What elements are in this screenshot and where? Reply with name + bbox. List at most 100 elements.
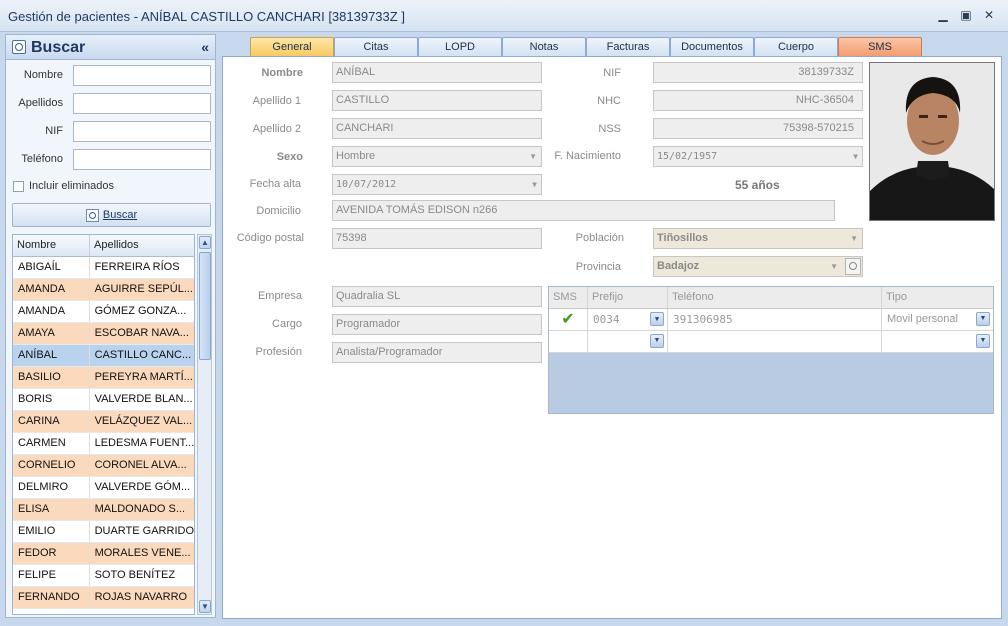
minimize-icon[interactable]: ▁ xyxy=(934,7,952,23)
nombre-search-input[interactable] xyxy=(73,65,211,86)
chevron-down-icon[interactable]: ▼ xyxy=(976,334,990,348)
grid-scrollbar[interactable]: ▲ ▼ xyxy=(197,234,212,615)
apellidos-cell: MALDONADO S... xyxy=(94,503,186,515)
nif-field[interactable]: 38139733Z xyxy=(653,62,863,83)
table-row[interactable]: ANÍBAL CASTILLO CANC... xyxy=(13,345,194,367)
column-header-tipo[interactable]: Tipo xyxy=(882,287,993,308)
sexo-select[interactable]: Hombre ▼ xyxy=(332,146,542,167)
general-panel: Nombre ANÍBAL Apellido 1 CASTILLO Apelli… xyxy=(222,56,1002,619)
empresa-label: Empresa xyxy=(257,290,302,302)
prefijo-cell[interactable]: ▼ xyxy=(588,331,668,352)
telefono-cell[interactable]: 391306985 xyxy=(668,309,882,330)
table-row[interactable]: CARINA VELÁZQUEZ VAL... xyxy=(13,411,194,433)
dropdown-arrow-icon: ▼ xyxy=(830,262,838,271)
poblacion-select[interactable]: Tiñosillos ▼ xyxy=(653,228,863,249)
column-header-apellidos[interactable]: Apellidos xyxy=(90,235,139,256)
fecha-nacimiento-field[interactable]: 15/02/1957 ▼ xyxy=(653,146,863,167)
chevron-down-icon[interactable]: ▼ xyxy=(650,312,664,326)
patient-photo xyxy=(869,62,995,221)
table-row[interactable]: FELIPE SOTO BENÍTEZ xyxy=(13,565,194,587)
scroll-up-icon[interactable]: ▲ xyxy=(199,236,211,249)
codigo-postal-field[interactable]: 75398 xyxy=(332,228,542,249)
lookup-icon[interactable] xyxy=(845,258,861,275)
scroll-down-icon[interactable]: ▼ xyxy=(199,600,211,613)
apellidos-cell: MORALES VENE... xyxy=(94,547,191,559)
table-row[interactable]: CORNELIO CORONEL ALVA... xyxy=(13,455,194,477)
phones-header: SMS Prefijo Teléfono Tipo xyxy=(549,287,993,309)
tab-documentos[interactable]: Documentos xyxy=(670,37,754,57)
tab-citas[interactable]: Citas xyxy=(334,37,418,57)
tipo-cell[interactable]: ▼ xyxy=(882,331,993,352)
table-row[interactable]: CARMEN LEDESMA FUENT... xyxy=(13,433,194,455)
table-row[interactable]: DELMIRO VALVERDE GÓM... xyxy=(13,477,194,499)
telefono-search-input[interactable] xyxy=(73,149,211,170)
profesion-label: Profesión xyxy=(255,346,302,358)
sms-checkmark-icon[interactable]: ✔ xyxy=(549,309,588,330)
tab-lopd[interactable]: LOPD xyxy=(418,37,502,57)
apellido2-field[interactable]: CANCHARI xyxy=(332,118,542,139)
search-button[interactable]: Buscar xyxy=(12,203,211,227)
apellidos-cell: VELÁZQUEZ VAL... xyxy=(94,415,193,427)
column-header-nombre[interactable]: Nombre xyxy=(13,235,90,256)
provincia-select[interactable]: Badajoz ▼ xyxy=(653,256,863,277)
column-header-telefono[interactable]: Teléfono xyxy=(668,287,882,308)
nombre-cell: DELMIRO xyxy=(13,477,90,498)
include-deleted-checkbox[interactable] xyxy=(13,181,24,192)
phone-row[interactable]: ✔ 0034 ▼ 391306985 Movil personal ▼ xyxy=(549,309,993,331)
table-row[interactable]: BASILIO PEREYRA MARTÍ... xyxy=(13,367,194,389)
apellidos-cell: LEDESMA FUENT... xyxy=(94,437,194,449)
fecha-alta-value: 10/07/2012 xyxy=(336,179,397,190)
nss-label: NSS xyxy=(598,123,621,135)
phone-row-new[interactable]: ▼ ▼ xyxy=(549,331,993,353)
tab-notas[interactable]: Notas xyxy=(502,37,586,57)
table-row[interactable]: AMANDA GÓMEZ GONZA... xyxy=(13,301,194,323)
column-header-prefijo[interactable]: Prefijo xyxy=(588,287,668,308)
nif-search-input[interactable] xyxy=(73,121,211,142)
tab-cuerpo[interactable]: Cuerpo xyxy=(754,37,838,57)
table-row[interactable]: EMILIO DUARTE GARRIDO xyxy=(13,521,194,543)
tab-general[interactable]: General xyxy=(250,37,334,57)
chevron-down-icon[interactable]: ▼ xyxy=(976,312,990,326)
nhc-field[interactable]: NHC-36504 xyxy=(653,90,863,111)
cargo-field[interactable]: Programador xyxy=(332,314,542,335)
tipo-cell[interactable]: Movil personal ▼ xyxy=(882,309,993,330)
chevron-down-icon[interactable]: ▼ xyxy=(650,334,664,348)
dropdown-arrow-icon: ▼ xyxy=(853,152,858,161)
apellidos-cell: ESCOBAR NAVA... xyxy=(94,327,189,339)
tab-facturas[interactable]: Facturas xyxy=(586,37,670,57)
profesion-field[interactable]: Analista/Programador xyxy=(332,342,542,363)
nombre-cell: FELIPE xyxy=(13,565,90,586)
search-panel: Buscar « Nombre Apellidos NIF Teléfono I… xyxy=(5,34,216,618)
domicilio-field[interactable]: AVENIDA TOMÁS EDISON n266 xyxy=(332,200,835,221)
telefono-cell[interactable] xyxy=(668,331,882,352)
sms-cell[interactable] xyxy=(549,331,588,352)
collapse-icon[interactable]: « xyxy=(201,39,209,55)
prefijo-value: 0034 xyxy=(593,313,620,326)
nif-label: NIF xyxy=(45,125,63,137)
table-row[interactable]: BORIS VALVERDE BLAN... xyxy=(13,389,194,411)
apellidos-search-input[interactable] xyxy=(73,93,211,114)
prefijo-cell[interactable]: 0034 ▼ xyxy=(588,309,668,330)
sexo-label: Sexo xyxy=(276,151,303,163)
table-row[interactable]: ABIGAÍL FERREIRA RÍOS xyxy=(13,257,194,279)
fecha-nacimiento-value: 15/02/1957 xyxy=(657,151,718,162)
close-icon[interactable]: ✕ xyxy=(980,7,998,23)
empresa-field[interactable]: Quadralia SL xyxy=(332,286,542,307)
apellido1-field[interactable]: CASTILLO xyxy=(332,90,542,111)
nombre-field[interactable]: ANÍBAL xyxy=(332,62,542,83)
poblacion-value: Tiñosillos xyxy=(657,232,709,244)
scrollbar-thumb[interactable] xyxy=(199,252,211,360)
nombre-cell: FERNANDO xyxy=(13,587,90,608)
fecha-alta-field[interactable]: 10/07/2012 ▼ xyxy=(332,174,542,195)
maximize-icon[interactable]: ▣ xyxy=(957,7,975,23)
tab-sms[interactable]: SMS xyxy=(838,37,922,57)
table-row[interactable]: AMANDA AGUIRRE SEPÚL... xyxy=(13,279,194,301)
nombre-cell: FEDOR xyxy=(13,543,90,564)
table-row[interactable]: FERNANDO ROJAS NAVARRO xyxy=(13,587,194,609)
column-header-sms[interactable]: SMS xyxy=(549,287,588,308)
table-row[interactable]: FEDOR MORALES VENE... xyxy=(13,543,194,565)
nss-field[interactable]: 75398-570215 xyxy=(653,118,863,139)
table-row[interactable]: AMAYA ESCOBAR NAVA... xyxy=(13,323,194,345)
table-row[interactable]: ELISA MALDONADO S... xyxy=(13,499,194,521)
phones-table: SMS Prefijo Teléfono Tipo ✔ 0034 ▼ 391306… xyxy=(548,286,994,414)
